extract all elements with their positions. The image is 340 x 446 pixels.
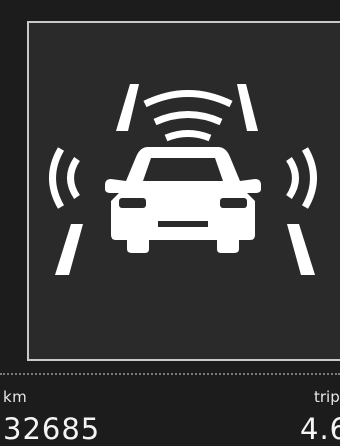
lane-marking-right-lower [287, 224, 315, 275]
front-wave-inner [164, 130, 212, 142]
trip-label: trip [314, 388, 340, 406]
lane-assist-car-sensor-icon [49, 84, 317, 275]
lane-marking-left-lower [55, 224, 83, 275]
left-wave-inner [67, 157, 80, 199]
left-wave-outer [49, 147, 65, 209]
front-wave-outer [143, 90, 233, 108]
trip-value: 4.6 [300, 412, 340, 446]
car-windshield [143, 158, 223, 181]
car-grille [158, 221, 208, 227]
car-headlight-left [119, 198, 146, 208]
car-icon [105, 147, 261, 253]
odometer-value: 32685 [3, 412, 101, 446]
divider [0, 373, 340, 375]
right-wave-outer [301, 147, 317, 209]
front-wave-middle [153, 111, 223, 126]
odometer-unit-label: km [3, 388, 28, 406]
car-headlight-right [220, 198, 247, 208]
lane-marking-left-upper [116, 84, 139, 131]
lane-marking-right-upper [237, 84, 258, 131]
right-wave-inner [286, 157, 299, 199]
